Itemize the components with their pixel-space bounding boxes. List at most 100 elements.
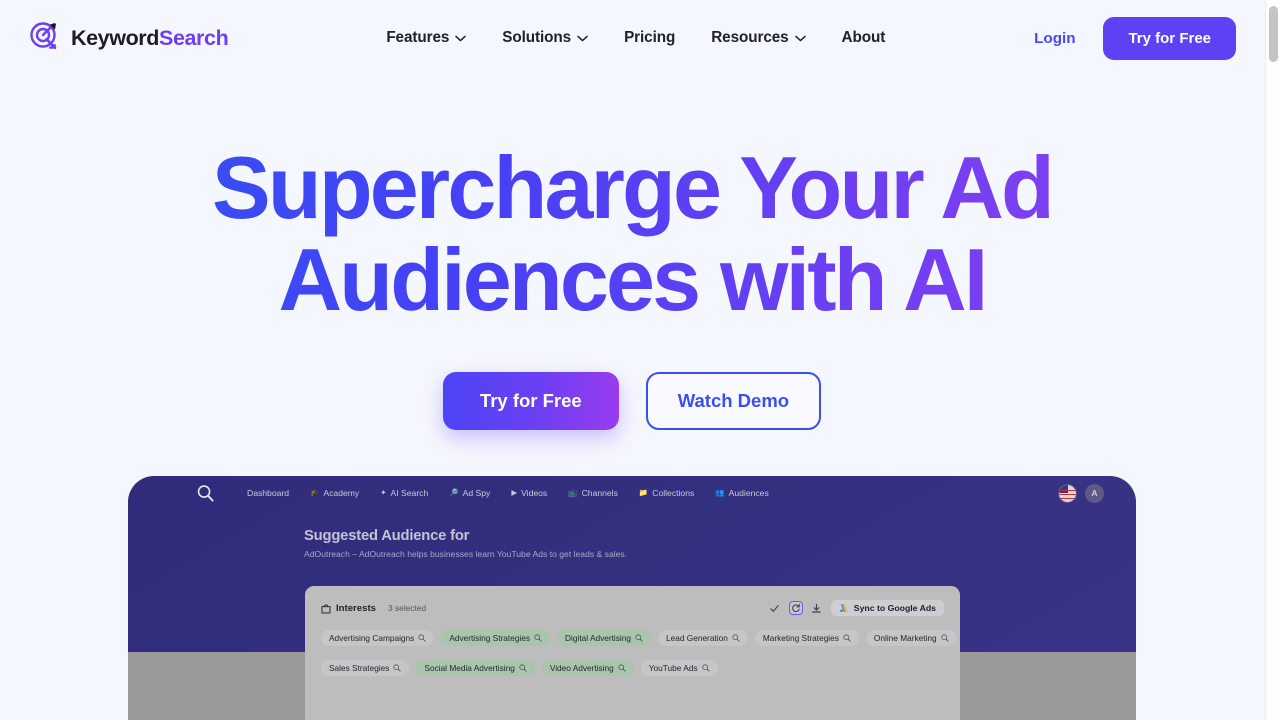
refresh-icon[interactable] (788, 601, 803, 615)
app-nav-label-ai-search: AI Search (390, 488, 429, 498)
app-nav-dashboard[interactable]: Dashboard (243, 488, 289, 498)
search-icon (534, 634, 542, 642)
interests-tag-row-1: Advertising Campaigns Advertising Strate… (321, 630, 957, 646)
chevron-down-icon (794, 35, 806, 41)
search-icon (701, 664, 710, 672)
interests-panel-header: Interests 3 selected Sync to Google Ads (321, 600, 944, 616)
app-page-subtitle: AdOutreach – AdOutreach helps businesses… (304, 549, 628, 559)
nav-label-features: Features (386, 29, 450, 46)
app-page-title: Suggested Audience for (304, 528, 470, 544)
app-nav-label-collections: Collections (652, 488, 695, 498)
hero-heading-line1: Supercharge Your Ad (211, 138, 1053, 237)
interest-tag[interactable]: Social Media Advertising (416, 660, 535, 676)
nav-label-about: About (841, 29, 886, 46)
app-nav-channels[interactable]: 📺 Channels (568, 488, 618, 498)
hero-watch-demo-button[interactable]: Watch Demo (645, 372, 822, 430)
nav-label-solutions: Solutions (502, 29, 572, 46)
hero-heading: Supercharge Your Ad Audiences with AI (0, 142, 1264, 326)
chevron-down-icon (577, 35, 588, 41)
landing-page: KeywordSearch Features Solutions Pricing… (0, 0, 1280, 720)
nav-try-for-free-button[interactable]: Try for Free (1103, 16, 1236, 60)
interests-toolbar: Sync to Google Ads (768, 600, 944, 616)
app-nav-ad-spy[interactable]: 🔎 Ad Spy (449, 488, 490, 498)
tv-icon: 📺 (568, 488, 578, 498)
sync-label: Sync to Google Ads (853, 603, 936, 613)
app-nav-ai-search[interactable]: ✦ AI Search (380, 488, 428, 498)
app-nav-videos[interactable]: ▶ Videos (511, 488, 547, 498)
interest-tag[interactable]: Advertising Strategies (441, 630, 551, 646)
search-icon (941, 634, 949, 642)
app-preview-mockup: Dashboard 🎓 Academy ✦ AI Search 🔎 Ad Spy… (128, 476, 1136, 720)
search-icon (635, 634, 643, 642)
app-page-header: Suggested Audience for AdOutreach – AdOu… (304, 528, 627, 559)
spy-icon: 🔎 (449, 488, 459, 498)
check-icon[interactable] (768, 601, 782, 615)
interests-title: Interests (336, 602, 376, 614)
interest-tag-label: Social Media Advertising (424, 663, 515, 673)
hero-section: Supercharge Your Ad Audiences with AI Tr… (0, 76, 1264, 430)
brand-name: KeywordSearch (71, 25, 229, 51)
interest-tag[interactable]: Digital Advertising (557, 630, 651, 646)
academy-icon: 🎓 (310, 488, 320, 498)
app-nav-label-audiences: Audiences (728, 488, 769, 498)
scrollbar-thumb[interactable] (1269, 6, 1278, 62)
interest-tag[interactable]: YouTube Ads (640, 660, 718, 676)
app-nav-label-ad-spy: Ad Spy (462, 488, 491, 498)
page-scrollbar[interactable] (1265, 0, 1280, 720)
interest-tag-label: Digital Advertising (565, 633, 631, 643)
country-flag-icon[interactable] (1058, 483, 1077, 503)
app-nav-collections[interactable]: 📁 Collections (639, 488, 694, 498)
app-nav-academy[interactable]: 🎓 Academy (310, 488, 359, 498)
chevron-down-icon (455, 35, 467, 41)
interest-tag-label: Advertising Strategies (449, 633, 531, 643)
sync-to-google-ads-button[interactable]: Sync to Google Ads (830, 600, 944, 616)
interest-tag[interactable]: Lead Generation (658, 630, 748, 646)
app-nav-label-videos: Videos (521, 488, 548, 498)
main-nav-links: Features Solutions Pricing Resources Abo… (386, 29, 885, 47)
hero-heading-line2: Audiences with AI (278, 230, 986, 329)
interests-label-group: Interests 3 selected (321, 603, 426, 614)
app-nav-audiences[interactable]: 👥 Audiences (715, 488, 768, 498)
search-icon (732, 634, 740, 642)
app-nav-right: A (1058, 483, 1118, 503)
interest-tag[interactable]: Sales Strategies (321, 660, 410, 676)
hero-try-for-free-button[interactable]: Try for Free (442, 372, 619, 430)
brand-name-part2: Search (159, 25, 229, 50)
search-icon (843, 634, 851, 642)
interest-tag[interactable]: Advertising Campaigns (321, 630, 435, 646)
interest-tag[interactable]: Online Marketing (865, 630, 957, 646)
nav-item-pricing[interactable]: Pricing (624, 29, 675, 47)
nav-item-features[interactable]: Features (386, 29, 467, 47)
app-nav-label-dashboard: Dashboard (247, 488, 290, 498)
avatar[interactable]: A (1085, 483, 1104, 503)
interests-panel: Interests 3 selected Sync to Google Ads … (305, 586, 960, 720)
nav-label-resources: Resources (711, 29, 789, 46)
brand-logo[interactable]: KeywordSearch (28, 21, 229, 55)
hero-cta-row: Try for Free Watch Demo (0, 372, 1264, 430)
interests-selected-count: 3 selected (388, 603, 427, 613)
interest-tag[interactable]: Marketing Strategies (754, 630, 859, 646)
interests-tag-row-2: Sales Strategies Social Media Advertisin… (321, 660, 944, 676)
nav-actions: Login Try for Free (1034, 16, 1236, 60)
search-icon (519, 664, 527, 672)
nav-item-solutions[interactable]: Solutions (502, 29, 588, 47)
target-key-icon (30, 22, 57, 50)
sparkle-icon: ✦ (380, 488, 387, 498)
app-nav-bar: Dashboard 🎓 Academy ✦ AI Search 🔎 Ad Spy… (128, 476, 1136, 510)
app-nav-items: Dashboard 🎓 Academy ✦ AI Search 🔎 Ad Spy… (243, 488, 769, 498)
top-navigation-bar: KeywordSearch Features Solutions Pricing… (0, 0, 1264, 76)
nav-item-resources[interactable]: Resources (711, 29, 806, 47)
play-icon: ▶ (511, 488, 518, 498)
bag-icon (321, 603, 331, 613)
search-icon (618, 664, 626, 672)
download-icon[interactable] (810, 601, 824, 615)
nav-label-pricing: Pricing (624, 29, 676, 46)
folder-icon: 📁 (638, 488, 649, 498)
nav-item-about[interactable]: About (842, 29, 886, 47)
login-link[interactable]: Login (1034, 30, 1075, 47)
interest-tag[interactable]: Video Advertising (541, 660, 634, 676)
interest-tag-label: Marketing Strategies (762, 633, 839, 643)
app-search-icon (197, 484, 214, 501)
interest-tag-label: Advertising Campaigns (329, 633, 415, 643)
interest-tag-label: Sales Strategies (329, 663, 390, 673)
